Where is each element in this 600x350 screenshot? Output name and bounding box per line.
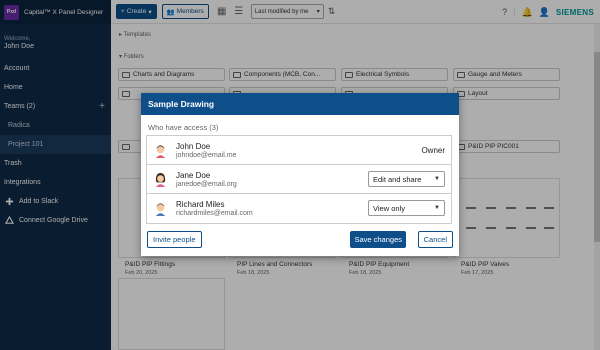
- user-name: Richard Miles: [176, 200, 225, 209]
- role-select-value: Edit and share: [373, 174, 422, 184]
- access-row: Jane Doe janedoe@email.org Edit and shar…: [147, 165, 451, 194]
- user-info: Jane Doe janedoe@email.org: [176, 171, 237, 188]
- role-select[interactable]: Edit and share ▼: [368, 171, 445, 187]
- dialog-title: Sample Drawing: [141, 93, 459, 115]
- chevron-down-icon: ▼: [434, 205, 440, 211]
- male-avatar-icon: [155, 144, 166, 158]
- user-email: johndoe@email.me: [176, 151, 237, 159]
- access-count-label: Who have access (3): [148, 123, 219, 132]
- access-row: Richard Miles richardmiles@email.com Vie…: [147, 194, 451, 223]
- chevron-down-icon: ▼: [434, 176, 440, 182]
- user-email: richardmiles@email.com: [176, 210, 253, 217]
- male-avatar-icon: [155, 203, 166, 216]
- user-info: Richard Miles richardmiles@email.com: [176, 200, 253, 217]
- access-list: John Doe johndoe@email.me Owner Jane Doe…: [146, 135, 452, 224]
- role-select-value: View only: [373, 203, 405, 213]
- save-changes-button[interactable]: Save changes: [350, 231, 406, 248]
- user-name: Jane Doe: [176, 170, 211, 180]
- user-name: John Doe: [176, 141, 211, 151]
- invite-people-button[interactable]: Invite people: [147, 231, 202, 248]
- cancel-button[interactable]: Cancel: [417, 231, 453, 248]
- dialog-footer: Invite people Save changes Cancel: [141, 231, 459, 248]
- share-dialog: Sample Drawing Who have access (3) John …: [141, 93, 459, 256]
- user-info: John Doe johndoe@email.me: [176, 142, 236, 159]
- owner-role: Owner: [421, 145, 445, 155]
- user-email: janedoe@email.org: [176, 180, 237, 188]
- role-select[interactable]: View only ▼: [368, 200, 445, 216]
- access-row: John Doe johndoe@email.me Owner: [147, 136, 451, 165]
- female-avatar-icon: [155, 172, 166, 187]
